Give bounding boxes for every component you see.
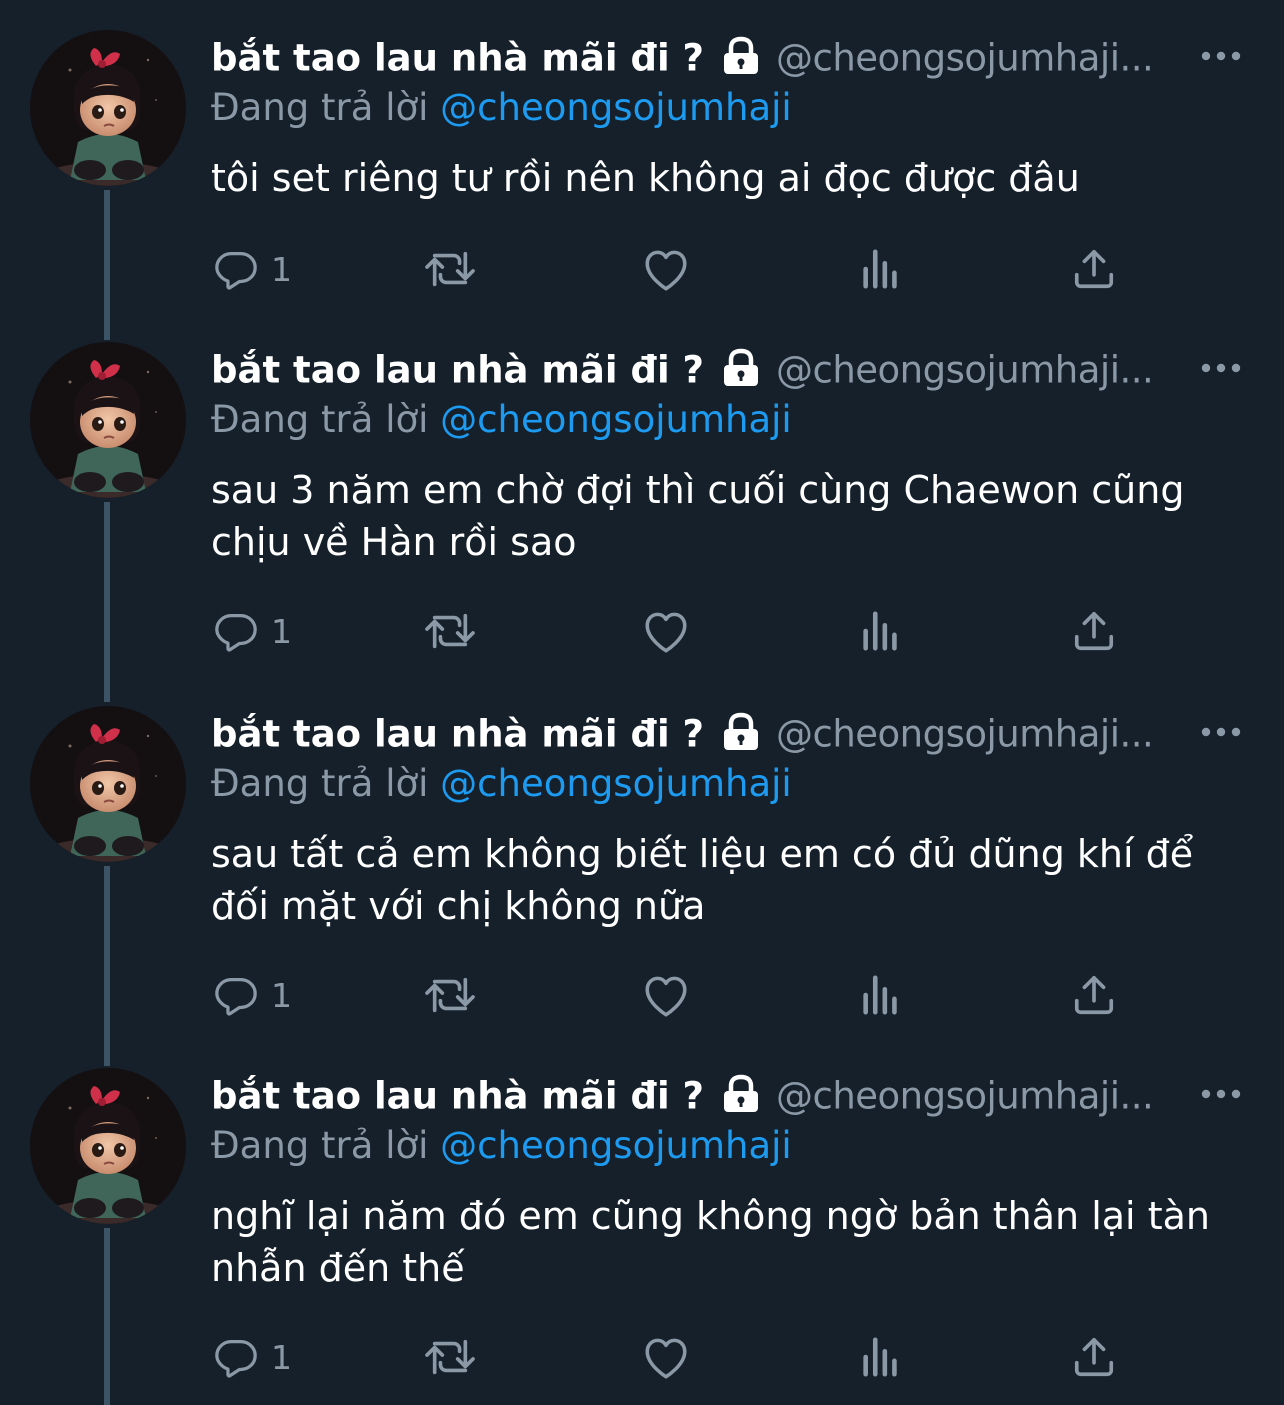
like-button[interactable] [641,970,691,1020]
views-button[interactable] [859,244,903,294]
tweet-text: sau 3 năm em chờ đợi thì cuối cùng Chaew… [211,468,1185,564]
views-button[interactable] [859,606,903,656]
retweet-icon [425,1339,475,1375]
retweet-icon [425,613,475,649]
views-icon [863,1337,897,1377]
lock-icon [720,36,762,80]
reply-button[interactable]: 1 [213,1332,292,1382]
share-icon [1074,249,1114,289]
more-icon[interactable] [1200,1086,1242,1102]
share-button[interactable] [1071,970,1117,1020]
tweet-header: bắt tao lau nhà mãi đi ? @cheongsojumhaji… [211,712,1261,764]
reply-count: 1 [271,249,292,289]
replying-to: Đang trả lời @cheongsojumhaji [211,86,792,129]
retweet-button[interactable] [423,1332,477,1382]
views-icon [863,975,897,1015]
display-name[interactable]: bắt tao lau nhà mãi đi ? [211,713,704,756]
heart-icon [645,250,687,291]
thread-line [104,190,110,340]
views-icon [863,611,897,651]
like-button[interactable] [641,606,691,656]
tweet-text: tôi set riêng tư rồi nên không ai đọc đư… [211,156,1080,200]
reply-prefix: Đang trả lời [211,86,429,129]
user-handle[interactable]: @cheongsojumhaji... [776,1075,1154,1118]
display-name[interactable]: bắt tao lau nhà mãi đi ? [211,349,704,392]
share-button[interactable] [1071,244,1117,294]
views-icon [863,249,897,289]
reply-count: 1 [271,975,292,1015]
tweet-text: sau tất cả em không biết liệu em có đủ d… [211,832,1194,928]
user-handle[interactable]: @cheongsojumhaji... [776,349,1154,392]
reply-prefix: Đang trả lời [211,398,429,441]
reply-icon [215,1340,257,1378]
share-icon [1074,1337,1114,1377]
reply-mention-link[interactable]: @cheongsojumhaji [440,762,792,805]
lock-icon [720,1074,762,1118]
lock-icon [720,348,762,392]
heart-icon [645,1338,687,1379]
reply-count: 1 [271,611,292,651]
reply-mention-link[interactable]: @cheongsojumhaji [440,398,792,441]
retweet-button[interactable] [423,970,477,1020]
tweet-header: bắt tao lau nhà mãi đi ? @cheongsojumhaji… [211,1074,1261,1126]
user-handle[interactable]: @cheongsojumhaji... [776,713,1154,756]
more-icon[interactable] [1200,360,1242,376]
avatar[interactable] [30,30,186,186]
reply-mention-link[interactable]: @cheongsojumhaji [440,1124,792,1167]
reply-mention-link[interactable]: @cheongsojumhaji [440,86,792,129]
reply-icon [215,252,257,290]
display-name[interactable]: bắt tao lau nhà mãi đi ? [211,1075,704,1118]
avatar[interactable] [30,706,186,862]
heart-icon [645,612,687,653]
lock-icon [720,712,762,756]
thread-line [104,1228,110,1405]
retweet-button[interactable] [423,244,477,294]
reply-count: 1 [271,1337,292,1377]
retweet-icon [425,251,475,287]
replying-to: Đang trả lời @cheongsojumhaji [211,762,792,805]
tweet-actions: 1 [211,606,1131,656]
share-button[interactable] [1071,606,1117,656]
avatar[interactable] [30,342,186,498]
retweet-button[interactable] [423,606,477,656]
tweet-actions: 1 [211,970,1131,1020]
retweet-icon [425,977,475,1013]
share-button[interactable] [1071,1332,1117,1382]
like-button[interactable] [641,1332,691,1382]
views-button[interactable] [859,1332,903,1382]
tweet-header: bắt tao lau nhà mãi đi ? @cheongsojumhaji… [211,348,1261,400]
avatar[interactable] [30,1068,186,1224]
tweet-actions: 1 [211,244,1131,294]
tweet-actions: 1 [211,1332,1131,1382]
like-button[interactable] [641,244,691,294]
more-icon[interactable] [1200,724,1242,740]
views-button[interactable] [859,970,903,1020]
share-icon [1074,611,1114,651]
reply-icon [215,614,257,652]
replying-to: Đang trả lời @cheongsojumhaji [211,1124,792,1167]
more-icon[interactable] [1200,48,1242,64]
reply-prefix: Đang trả lời [211,762,429,805]
replying-to: Đang trả lời @cheongsojumhaji [211,398,792,441]
reply-prefix: Đang trả lời [211,1124,429,1167]
reply-button[interactable]: 1 [213,606,292,656]
heart-icon [645,976,687,1017]
thread-line [104,502,110,702]
reply-button[interactable]: 1 [213,970,292,1020]
thread-line [104,866,110,1066]
display-name[interactable]: bắt tao lau nhà mãi đi ? [211,37,704,80]
user-handle[interactable]: @cheongsojumhaji... [776,37,1154,80]
tweet-header: bắt tao lau nhà mãi đi ? @cheongsojumhaji… [211,36,1261,88]
tweet-text: nghĩ lại năm đó em cũng không ngờ bản th… [211,1194,1210,1290]
reply-icon [215,978,257,1016]
share-icon [1074,975,1114,1015]
reply-button[interactable]: 1 [213,244,292,294]
